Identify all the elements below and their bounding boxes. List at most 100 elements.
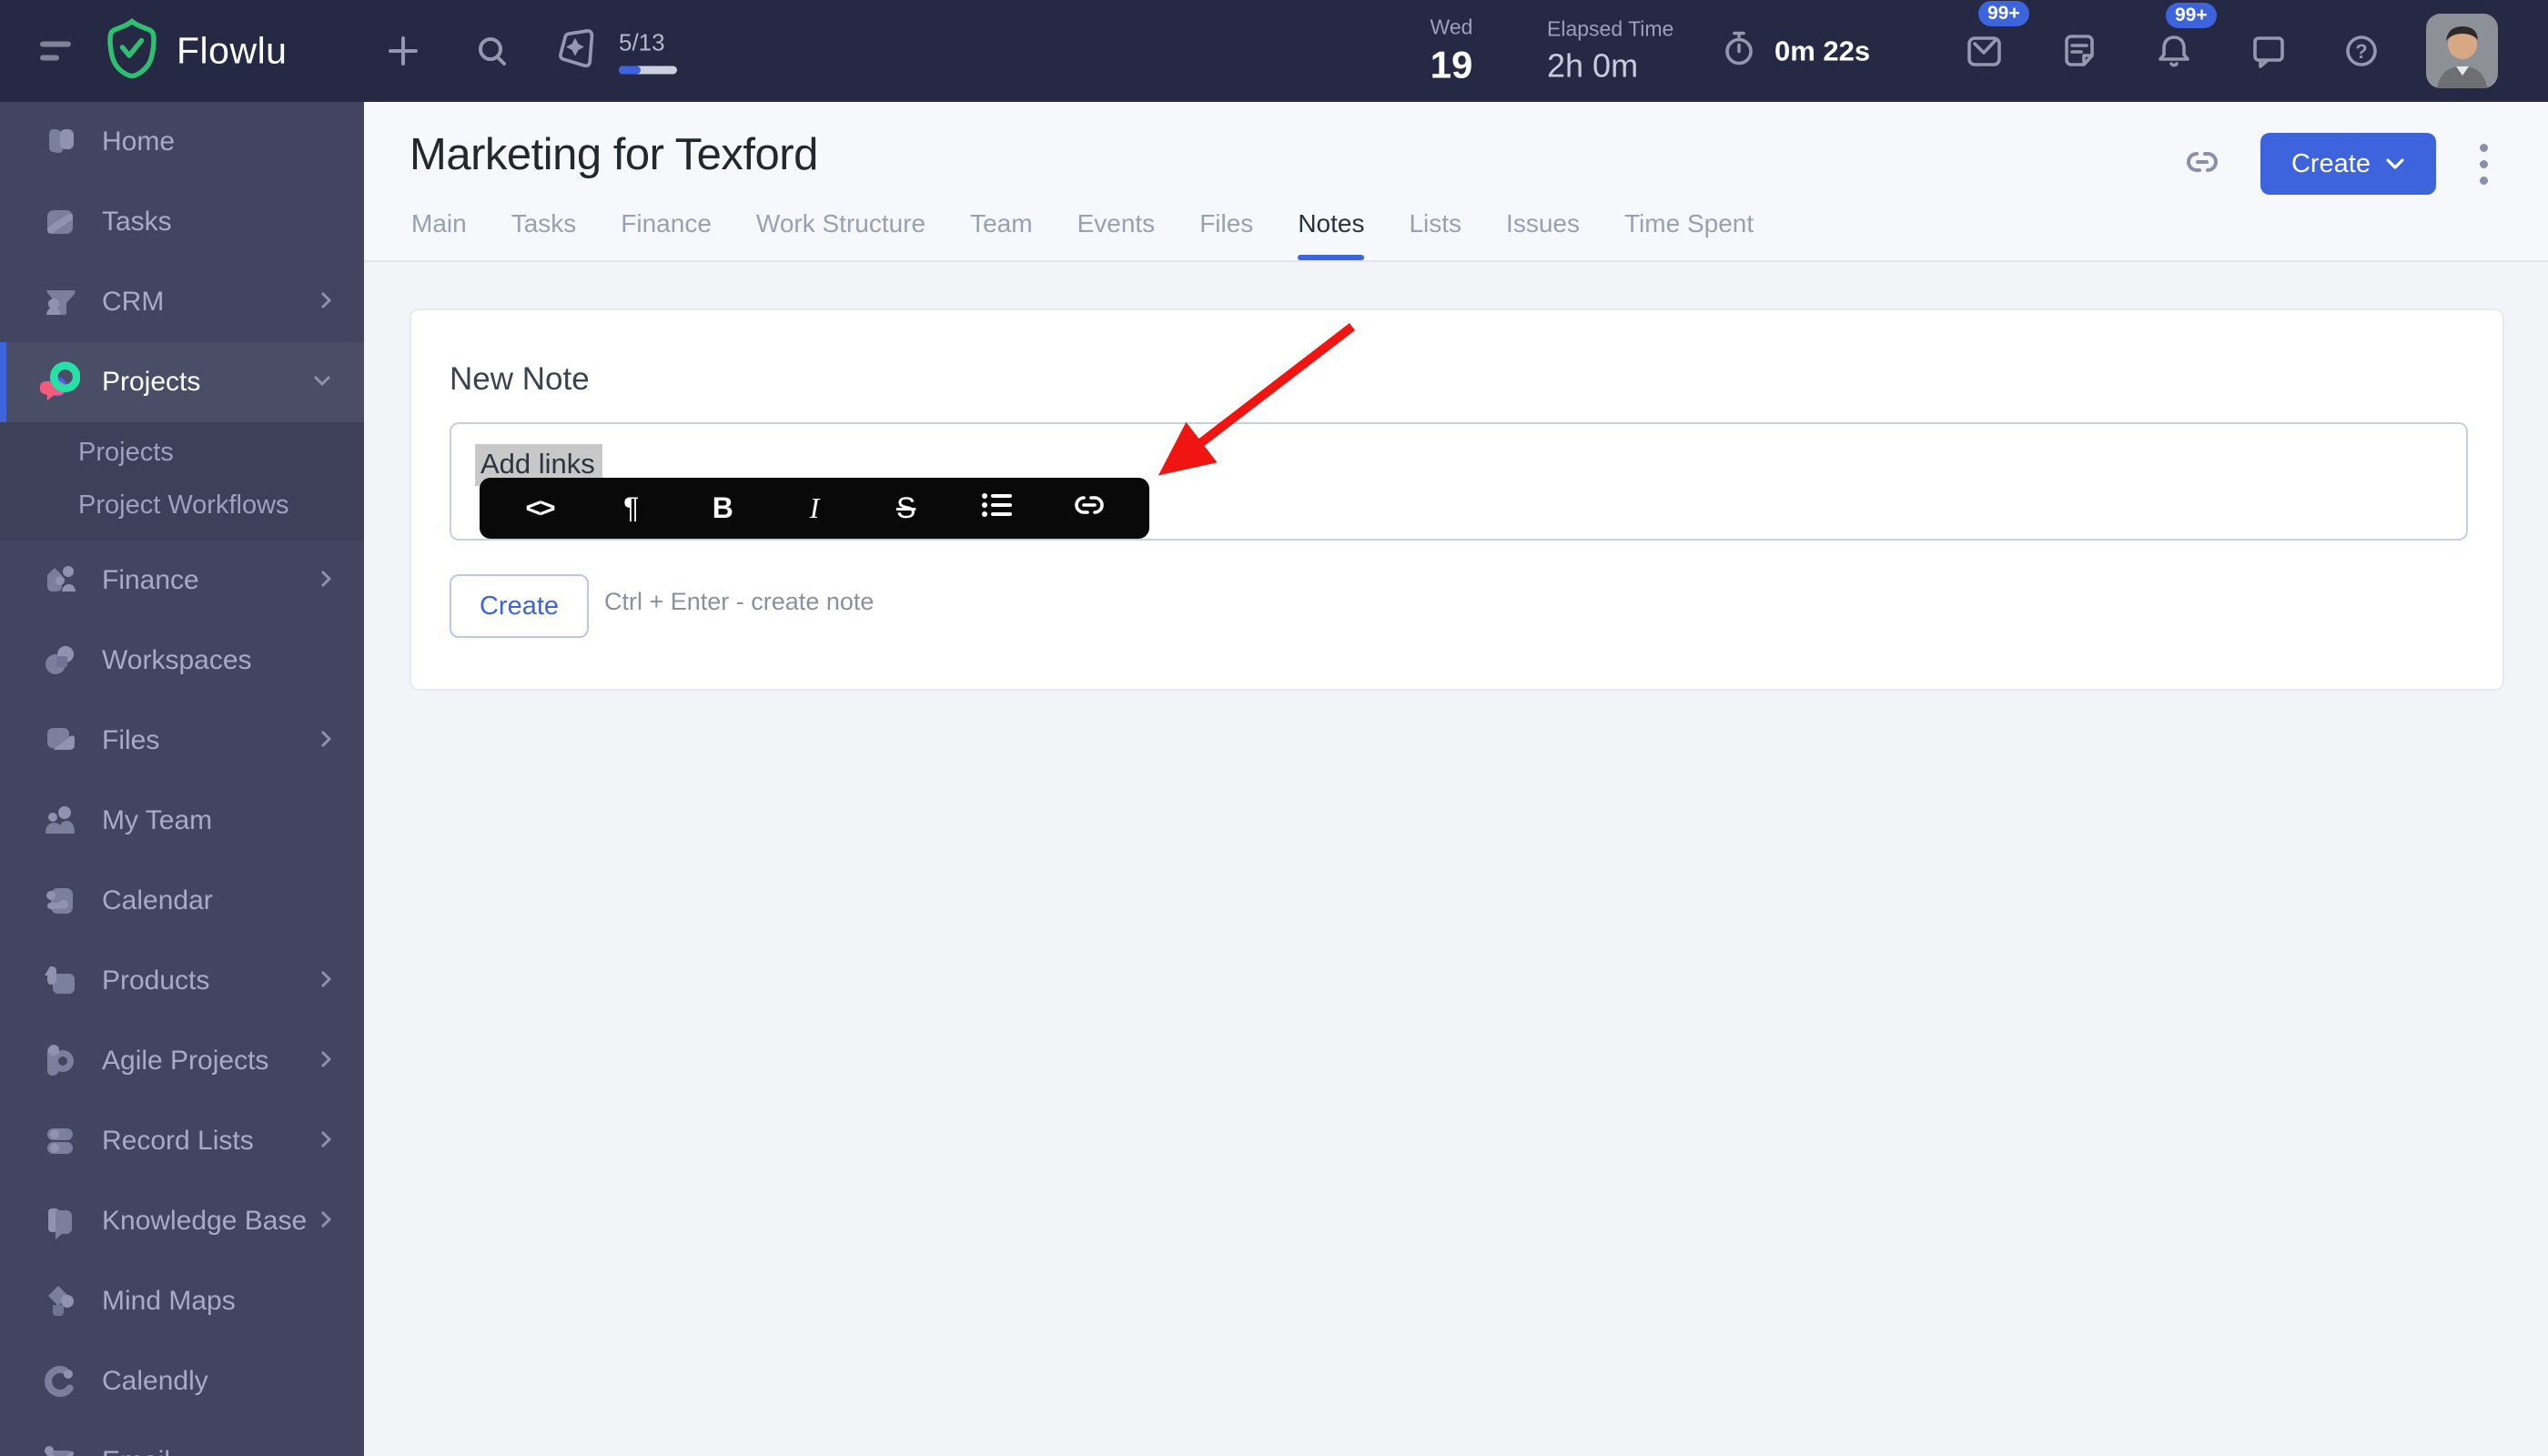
files-icon — [40, 721, 80, 761]
sidebar-item-files[interactable]: Files — [0, 701, 364, 781]
sidebar-item-mind-maps[interactable]: Mind Maps — [0, 1261, 364, 1341]
sidebar-item-label: Home — [102, 126, 176, 157]
menu-toggle-icon[interactable] — [40, 41, 73, 61]
page-title: Marketing for Texford — [410, 130, 818, 179]
strikethrough-icon[interactable]: S — [886, 491, 926, 525]
sidebar-item-label: Files — [102, 725, 160, 755]
my-team-icon — [40, 801, 80, 841]
tab-time-spent[interactable]: Time Spent — [1624, 209, 1754, 260]
elapsed-time-widget[interactable]: Elapsed Time 2h 0m — [1547, 17, 1673, 86]
record-lists-icon — [40, 1121, 80, 1161]
sidebar-item-label: Record Lists — [102, 1126, 254, 1156]
day-number: 19 — [1430, 43, 1473, 86]
sidebar-item-label: Finance — [102, 565, 199, 595]
calendly-icon — [40, 1361, 80, 1401]
code-icon[interactable]: <> — [520, 493, 560, 524]
stopwatch-icon — [1718, 28, 1760, 75]
user-avatar[interactable] — [2426, 14, 2498, 88]
timer-widget[interactable]: 0m 22s — [1718, 28, 1870, 75]
sidebar-item-calendar[interactable]: Calendar — [0, 861, 364, 941]
sidebar-item-workspaces[interactable]: Workspaces — [0, 621, 364, 701]
app-logo[interactable]: Flowlu — [102, 17, 287, 86]
elapsed-time-value: 2h 0m — [1547, 46, 1639, 85]
chevron-right-icon — [318, 1208, 333, 1235]
chevron-down-icon — [311, 373, 333, 392]
sidebar-item-my-team[interactable]: My Team — [0, 781, 364, 861]
project-header: Marketing for Texford Main Tasks Finance… — [364, 102, 2548, 262]
goal-progress-widget[interactable]: 5/13 — [551, 25, 677, 77]
sidebar-item-label: Workspaces — [102, 645, 252, 675]
annotation-arrow — [1158, 323, 1356, 476]
tab-finance[interactable]: Finance — [621, 209, 712, 260]
notes-feed-icon[interactable] — [2058, 30, 2100, 72]
chevron-right-icon — [318, 728, 333, 754]
header-create-label: Create — [2290, 148, 2371, 178]
submenu-item-label: Project Workflows — [78, 490, 289, 520]
projects-icon — [40, 361, 80, 402]
help-icon[interactable]: ? — [2341, 30, 2382, 72]
sidebar-item-products[interactable]: Products — [0, 941, 364, 1021]
paragraph-icon[interactable]: ¶ — [612, 491, 652, 525]
sidebar-item-home[interactable]: Home — [0, 102, 364, 182]
bullet-list-icon[interactable] — [977, 490, 1017, 528]
chevron-right-icon — [318, 289, 333, 316]
search-icon[interactable] — [471, 30, 513, 72]
elapsed-time-label: Elapsed Time — [1547, 16, 1674, 41]
tasks-icon — [40, 202, 80, 242]
sidebar-item-crm[interactable]: CRM — [0, 262, 364, 342]
tab-files[interactable]: Files — [1199, 209, 1253, 260]
flowlu-shield-icon — [102, 17, 162, 86]
tab-tasks[interactable]: Tasks — [511, 209, 577, 260]
submenu-item-projects[interactable]: Projects — [0, 426, 364, 479]
app-name: Flowlu — [177, 29, 288, 72]
submenu-item-label: Projects — [78, 437, 174, 467]
mind-maps-icon — [40, 1281, 80, 1321]
more-options-icon[interactable] — [2474, 138, 2493, 190]
sidebar-item-calendly[interactable]: Calendly — [0, 1341, 364, 1421]
tab-notes[interactable]: Notes — [1298, 209, 1365, 260]
calendar-date-widget[interactable]: Wed 19 — [1420, 15, 1483, 87]
chevron-right-icon — [318, 1048, 333, 1075]
tab-events[interactable]: Events — [1077, 209, 1156, 260]
sidebar-item-tasks[interactable]: Tasks — [0, 182, 364, 262]
chat-icon[interactable] — [2248, 30, 2290, 72]
timer-value: 0m 22s — [1774, 35, 1871, 66]
sidebar-item-label: My Team — [102, 805, 213, 835]
tab-lists[interactable]: Lists — [1409, 209, 1461, 260]
header-create-button[interactable]: Create — [2260, 133, 2436, 195]
finance-icon — [40, 561, 80, 601]
home-icon — [40, 122, 80, 162]
weekday-label: Wed — [1430, 15, 1473, 39]
sidebar-item-label: Calendar — [102, 885, 213, 915]
goal-progress-bar — [619, 66, 677, 74]
tab-team[interactable]: Team — [970, 209, 1032, 260]
tab-work-structure[interactable]: Work Structure — [756, 209, 925, 260]
create-note-hint: Ctrl + Enter - create note — [604, 588, 875, 615]
sidebar-item-label: Agile Projects — [102, 1046, 269, 1076]
sidebar-item-agile-projects[interactable]: Agile Projects — [0, 1021, 364, 1101]
submenu-item-project-workflows[interactable]: Project Workflows — [0, 479, 364, 531]
copy-link-icon[interactable] — [2182, 142, 2222, 187]
notifications-bell-icon[interactable]: 99+ — [2153, 3, 2217, 72]
agile-projects-icon — [40, 1041, 80, 1081]
tab-issues[interactable]: Issues — [1506, 209, 1580, 260]
inbox-icon[interactable]: 99+ — [1964, 1, 2029, 72]
chevron-down-icon — [2386, 158, 2404, 169]
sidebar-item-projects[interactable]: Projects — [0, 342, 364, 422]
link-icon[interactable] — [1069, 491, 1109, 526]
inbox-badge: 99+ — [1978, 1, 2029, 26]
italic-icon[interactable]: I — [794, 491, 834, 525]
quick-add-button[interactable] — [382, 30, 424, 72]
note-create-button[interactable]: Create — [450, 574, 589, 638]
sidebar-item-finance[interactable]: Finance — [0, 541, 364, 621]
sidebar-item-record-lists[interactable]: Record Lists — [0, 1101, 364, 1181]
bold-icon[interactable]: B — [703, 491, 743, 525]
sidebar-item-knowledge-base[interactable]: Knowledge Base — [0, 1181, 364, 1261]
main-content: Marketing for Texford Main Tasks Finance… — [364, 102, 2548, 1456]
goal-progress-count: 5/13 — [619, 28, 665, 56]
tab-main[interactable]: Main — [411, 209, 467, 260]
sidebar-item-email[interactable]: Email — [0, 1421, 364, 1456]
note-create-label: Create — [479, 591, 560, 621]
sidebar-item-label: Calendly — [102, 1366, 208, 1396]
note-editor[interactable]: Add links <> ¶ B I S — [450, 422, 2468, 541]
